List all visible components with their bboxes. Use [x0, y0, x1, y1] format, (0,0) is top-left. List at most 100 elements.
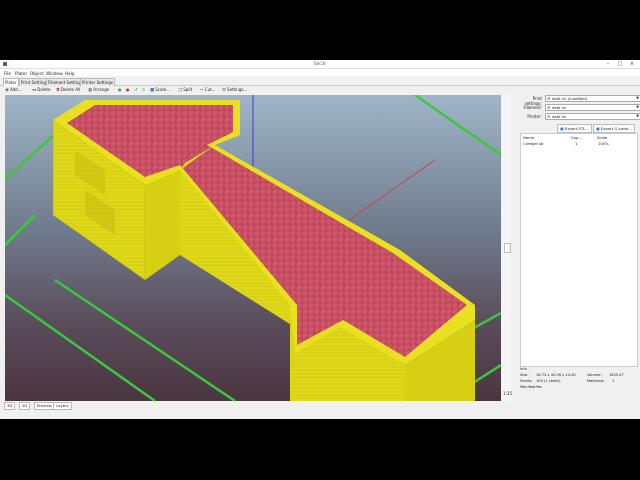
zoom-level: 1:35	[503, 391, 512, 396]
export-icon: ■	[560, 126, 564, 131]
chevron-down-icon: ▼	[636, 96, 639, 100]
object-list-header: Name Cop... Scale	[521, 135, 637, 140]
model-creeper	[52, 100, 475, 401]
menu-bar: File Plater Object Window Help	[0, 69, 640, 76]
scale-icon: ■	[150, 88, 155, 93]
tab-filament-settings[interactable]: Filament Settings	[46, 78, 85, 86]
arrange-icon: ▦	[88, 88, 93, 93]
cut-button[interactable]: ✂Cut...	[200, 87, 216, 93]
add-button[interactable]: ◉Add...	[5, 87, 22, 93]
menu-plater[interactable]: Plater	[15, 71, 27, 76]
menu-file[interactable]: File	[4, 71, 11, 76]
column-copies[interactable]: Cop...	[571, 135, 582, 140]
materials-label: Materials:	[587, 379, 605, 383]
delete-all-icon: ✖	[56, 88, 60, 93]
maximize-icon[interactable]: □	[614, 60, 626, 68]
split-label: Split	[183, 87, 193, 92]
app-window: Slic3r – □ × File Plater Object Window H…	[0, 60, 640, 419]
scale-label: Scale...	[155, 87, 170, 92]
object-copies: 1	[575, 141, 578, 146]
x-axis	[334, 159, 436, 231]
gear-icon: ⚙	[547, 105, 551, 110]
menu-window[interactable]: Window	[46, 71, 63, 76]
column-name[interactable]: Name	[523, 135, 534, 140]
arrange-button[interactable]: ▦Arrange	[88, 87, 109, 93]
export-gcode-button[interactable]: ■ Export G-code...	[593, 124, 635, 133]
plater-toolbar: ◉Add... ▬Delete ✖Delete All ▦Arrange ● ●…	[0, 86, 515, 94]
info-panel: Info Size: 16.73 x 40.06 x 14.40 Volume:…	[520, 367, 636, 417]
delete-label: Delete	[37, 87, 51, 92]
object-scale: 100%	[598, 141, 609, 146]
facets-label: Facets:	[520, 379, 533, 383]
cut-label: Cut...	[204, 87, 216, 92]
settings-button[interactable]: ⚙Settings...	[222, 87, 247, 93]
3d-viewport[interactable]	[5, 95, 501, 401]
chevron-down-icon: ▼	[636, 114, 639, 118]
increase-copies-icon[interactable]: ●	[118, 87, 122, 93]
info-title: Info	[520, 367, 527, 371]
export-stl-label: Export STL...	[564, 126, 589, 131]
filament-label: Filament:	[523, 105, 543, 110]
delete-button[interactable]: ▬Delete	[32, 87, 50, 93]
settings-icon: ⚙	[222, 88, 227, 93]
print-settings-select[interactable]: ⚙ debt ini (modified) ▼	[545, 95, 640, 102]
cut-icon: ✂	[200, 88, 204, 93]
menu-object[interactable]: Object	[30, 71, 44, 76]
scrollbar-handle[interactable]	[504, 243, 511, 253]
split-button[interactable]: ◫Split	[178, 87, 192, 93]
size-label: Size:	[520, 373, 529, 377]
tab-strip: Plater Print Settings Filament Settings …	[0, 76, 640, 86]
volume-value: 1625.47	[609, 373, 624, 377]
export-gcode-label: Export G-code...	[600, 126, 632, 131]
print-settings-row: Print settings: ⚙ debt ini (modified) ▼	[515, 95, 640, 106]
minimize-icon[interactable]: –	[602, 60, 614, 68]
export-icon: ■	[596, 126, 600, 131]
decrease-copies-icon[interactable]: ●	[126, 87, 130, 93]
gear-icon: ⚙	[547, 96, 551, 101]
column-scale[interactable]: Scale	[597, 135, 607, 140]
object-name: Creeper.stl	[523, 141, 544, 146]
arrange-label: Arrange	[93, 87, 110, 92]
title-bar: Slic3r – □ ×	[0, 60, 640, 69]
split-icon: ◫	[178, 88, 183, 93]
manifold-value: Yes	[536, 385, 542, 389]
manifold-label: Manifold:	[520, 385, 537, 389]
filament-row: Filament: ⚙ debt ini ▼	[515, 104, 640, 111]
viewport-scrollbar[interactable]	[502, 95, 511, 401]
add-icon: ◉	[5, 88, 9, 93]
view-tabs: 3D 2D Preview Layers	[0, 401, 515, 411]
tab-printer-settings[interactable]: Printer Settings	[80, 78, 115, 86]
table-row[interactable]: Creeper.stl 1 100%	[521, 141, 637, 146]
filament-value: debt ini	[552, 105, 567, 110]
object-list[interactable]: Name Cop... Scale Creeper.stl 1 100%	[520, 133, 638, 367]
close-icon[interactable]: ×	[626, 60, 638, 68]
facets-value: 104 (1 shells)	[536, 379, 561, 383]
printer-select[interactable]: ⚙ debt ini ▼	[545, 113, 640, 120]
volume-label: Volume:	[587, 373, 602, 377]
right-panel: Print settings: ⚙ debt ini (modified) ▼ …	[515, 86, 640, 419]
tab-plater[interactable]: Plater	[3, 78, 19, 86]
printer-label: Printer:	[527, 114, 542, 119]
tab-2d[interactable]: 2D	[19, 402, 31, 410]
delete-icon: ▬	[32, 88, 37, 93]
settings-label: Settings...	[227, 87, 248, 92]
window-title: Slic3r	[313, 61, 327, 67]
rotate-right-icon[interactable]: ↻	[142, 87, 145, 93]
printer-row: Printer: ⚙ debt ini ▼	[515, 113, 640, 120]
menu-help[interactable]: Help	[65, 71, 75, 76]
tab-preview[interactable]: Preview	[34, 402, 55, 410]
tab-3d[interactable]: 3D	[4, 402, 16, 410]
export-stl-button[interactable]: ■ Export STL...	[557, 124, 592, 133]
delete-all-label: Delete All	[60, 87, 81, 92]
gear-icon: ⚙	[547, 114, 551, 119]
printer-value: debt ini	[552, 114, 567, 119]
scale-button[interactable]: ■Scale...	[150, 87, 170, 93]
filament-select[interactable]: ⚙ debt ini ▼	[545, 104, 640, 111]
size-value: 16.73 x 40.06 x 14.40	[536, 373, 576, 377]
3d-scene	[5, 95, 501, 401]
rotate-left-icon[interactable]: ↺	[134, 87, 137, 93]
tab-layers[interactable]: Layers	[53, 402, 72, 410]
materials-value: 1	[612, 379, 615, 383]
chevron-down-icon: ▼	[636, 105, 639, 109]
delete-all-button[interactable]: ✖Delete All	[56, 87, 80, 93]
